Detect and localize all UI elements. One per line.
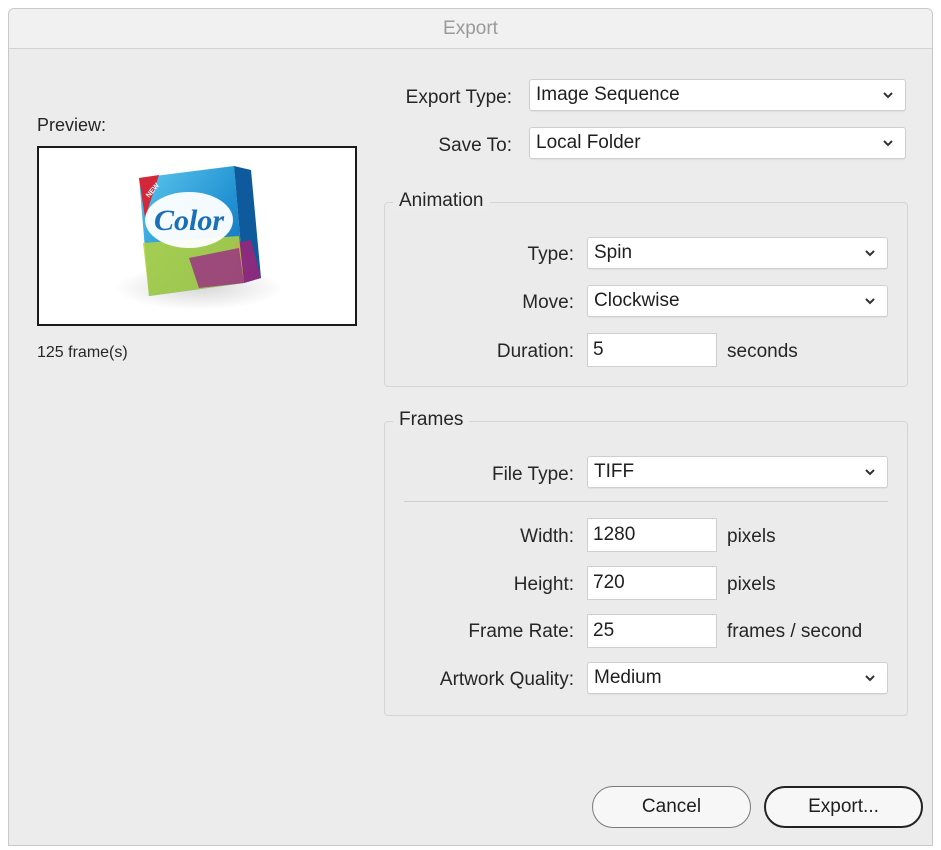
cancel-button[interactable]: Cancel	[592, 786, 751, 828]
height-label: Height:	[513, 574, 574, 595]
artwork-quality-value: Medium	[594, 667, 662, 688]
chevron-down-icon	[865, 250, 875, 257]
chevron-down-icon	[883, 92, 893, 99]
product-package-image: Color NEW	[114, 166, 284, 310]
save-to-label: Save To:	[438, 135, 512, 156]
width-unit: pixels	[727, 526, 776, 547]
export-type-select[interactable]: Image Sequence	[529, 79, 906, 111]
height-value: 720	[593, 572, 625, 593]
frames-divider	[404, 501, 888, 502]
export-type-value: Image Sequence	[536, 84, 680, 105]
dialog-titlebar: Export	[9, 9, 932, 49]
export-button-label: Export...	[808, 796, 879, 817]
file-type-value: TIFF	[594, 461, 635, 482]
width-value: 1280	[593, 524, 636, 545]
chevron-down-icon	[865, 469, 875, 476]
chevron-down-icon	[865, 298, 875, 305]
artwork-quality-select[interactable]: Medium	[587, 662, 888, 694]
duration-label: Duration:	[496, 341, 574, 362]
frame-rate-value: 25	[593, 620, 615, 641]
chevron-down-icon	[865, 675, 875, 682]
frame-count: 125 frame(s)	[37, 344, 128, 361]
move-label: Move:	[522, 292, 574, 313]
export-button[interactable]: Export...	[764, 786, 923, 828]
save-to-select[interactable]: Local Folder	[529, 127, 906, 159]
animation-type-label: Type:	[527, 244, 574, 265]
chevron-down-icon	[883, 140, 893, 147]
cancel-button-label: Cancel	[641, 796, 702, 817]
animation-type-value: Spin	[594, 242, 633, 263]
export-dialog: Export Preview: Color NEW 125 frame(s) E…	[8, 8, 933, 846]
preview-label: Preview:	[37, 115, 107, 135]
frame-rate-label: Frame Rate:	[468, 621, 574, 642]
duration-unit: seconds	[727, 341, 798, 362]
width-label: Width:	[520, 526, 574, 547]
frame-rate-input[interactable]: 25	[587, 614, 717, 648]
export-type-label: Export Type:	[405, 87, 512, 108]
height-unit: pixels	[727, 574, 776, 595]
artwork-quality-label: Artwork Quality:	[439, 669, 574, 690]
duration-value: 5	[593, 339, 604, 360]
preview-image: Color NEW	[37, 146, 357, 326]
save-to-value: Local Folder	[536, 132, 641, 153]
duration-input[interactable]: 5	[587, 333, 717, 367]
frames-group-title: Frames	[393, 409, 470, 431]
height-input[interactable]: 720	[587, 566, 717, 600]
width-input[interactable]: 1280	[587, 518, 717, 552]
animation-type-select[interactable]: Spin	[587, 237, 888, 269]
move-select[interactable]: Clockwise	[587, 285, 888, 317]
animation-group-title: Animation	[393, 190, 490, 212]
product-brand-text: Color	[154, 204, 224, 237]
dialog-title: Export	[443, 17, 498, 39]
file-type-label: File Type:	[491, 464, 574, 485]
file-type-select[interactable]: TIFF	[587, 456, 888, 488]
move-value: Clockwise	[594, 290, 680, 311]
frame-rate-unit: frames / second	[727, 621, 863, 642]
